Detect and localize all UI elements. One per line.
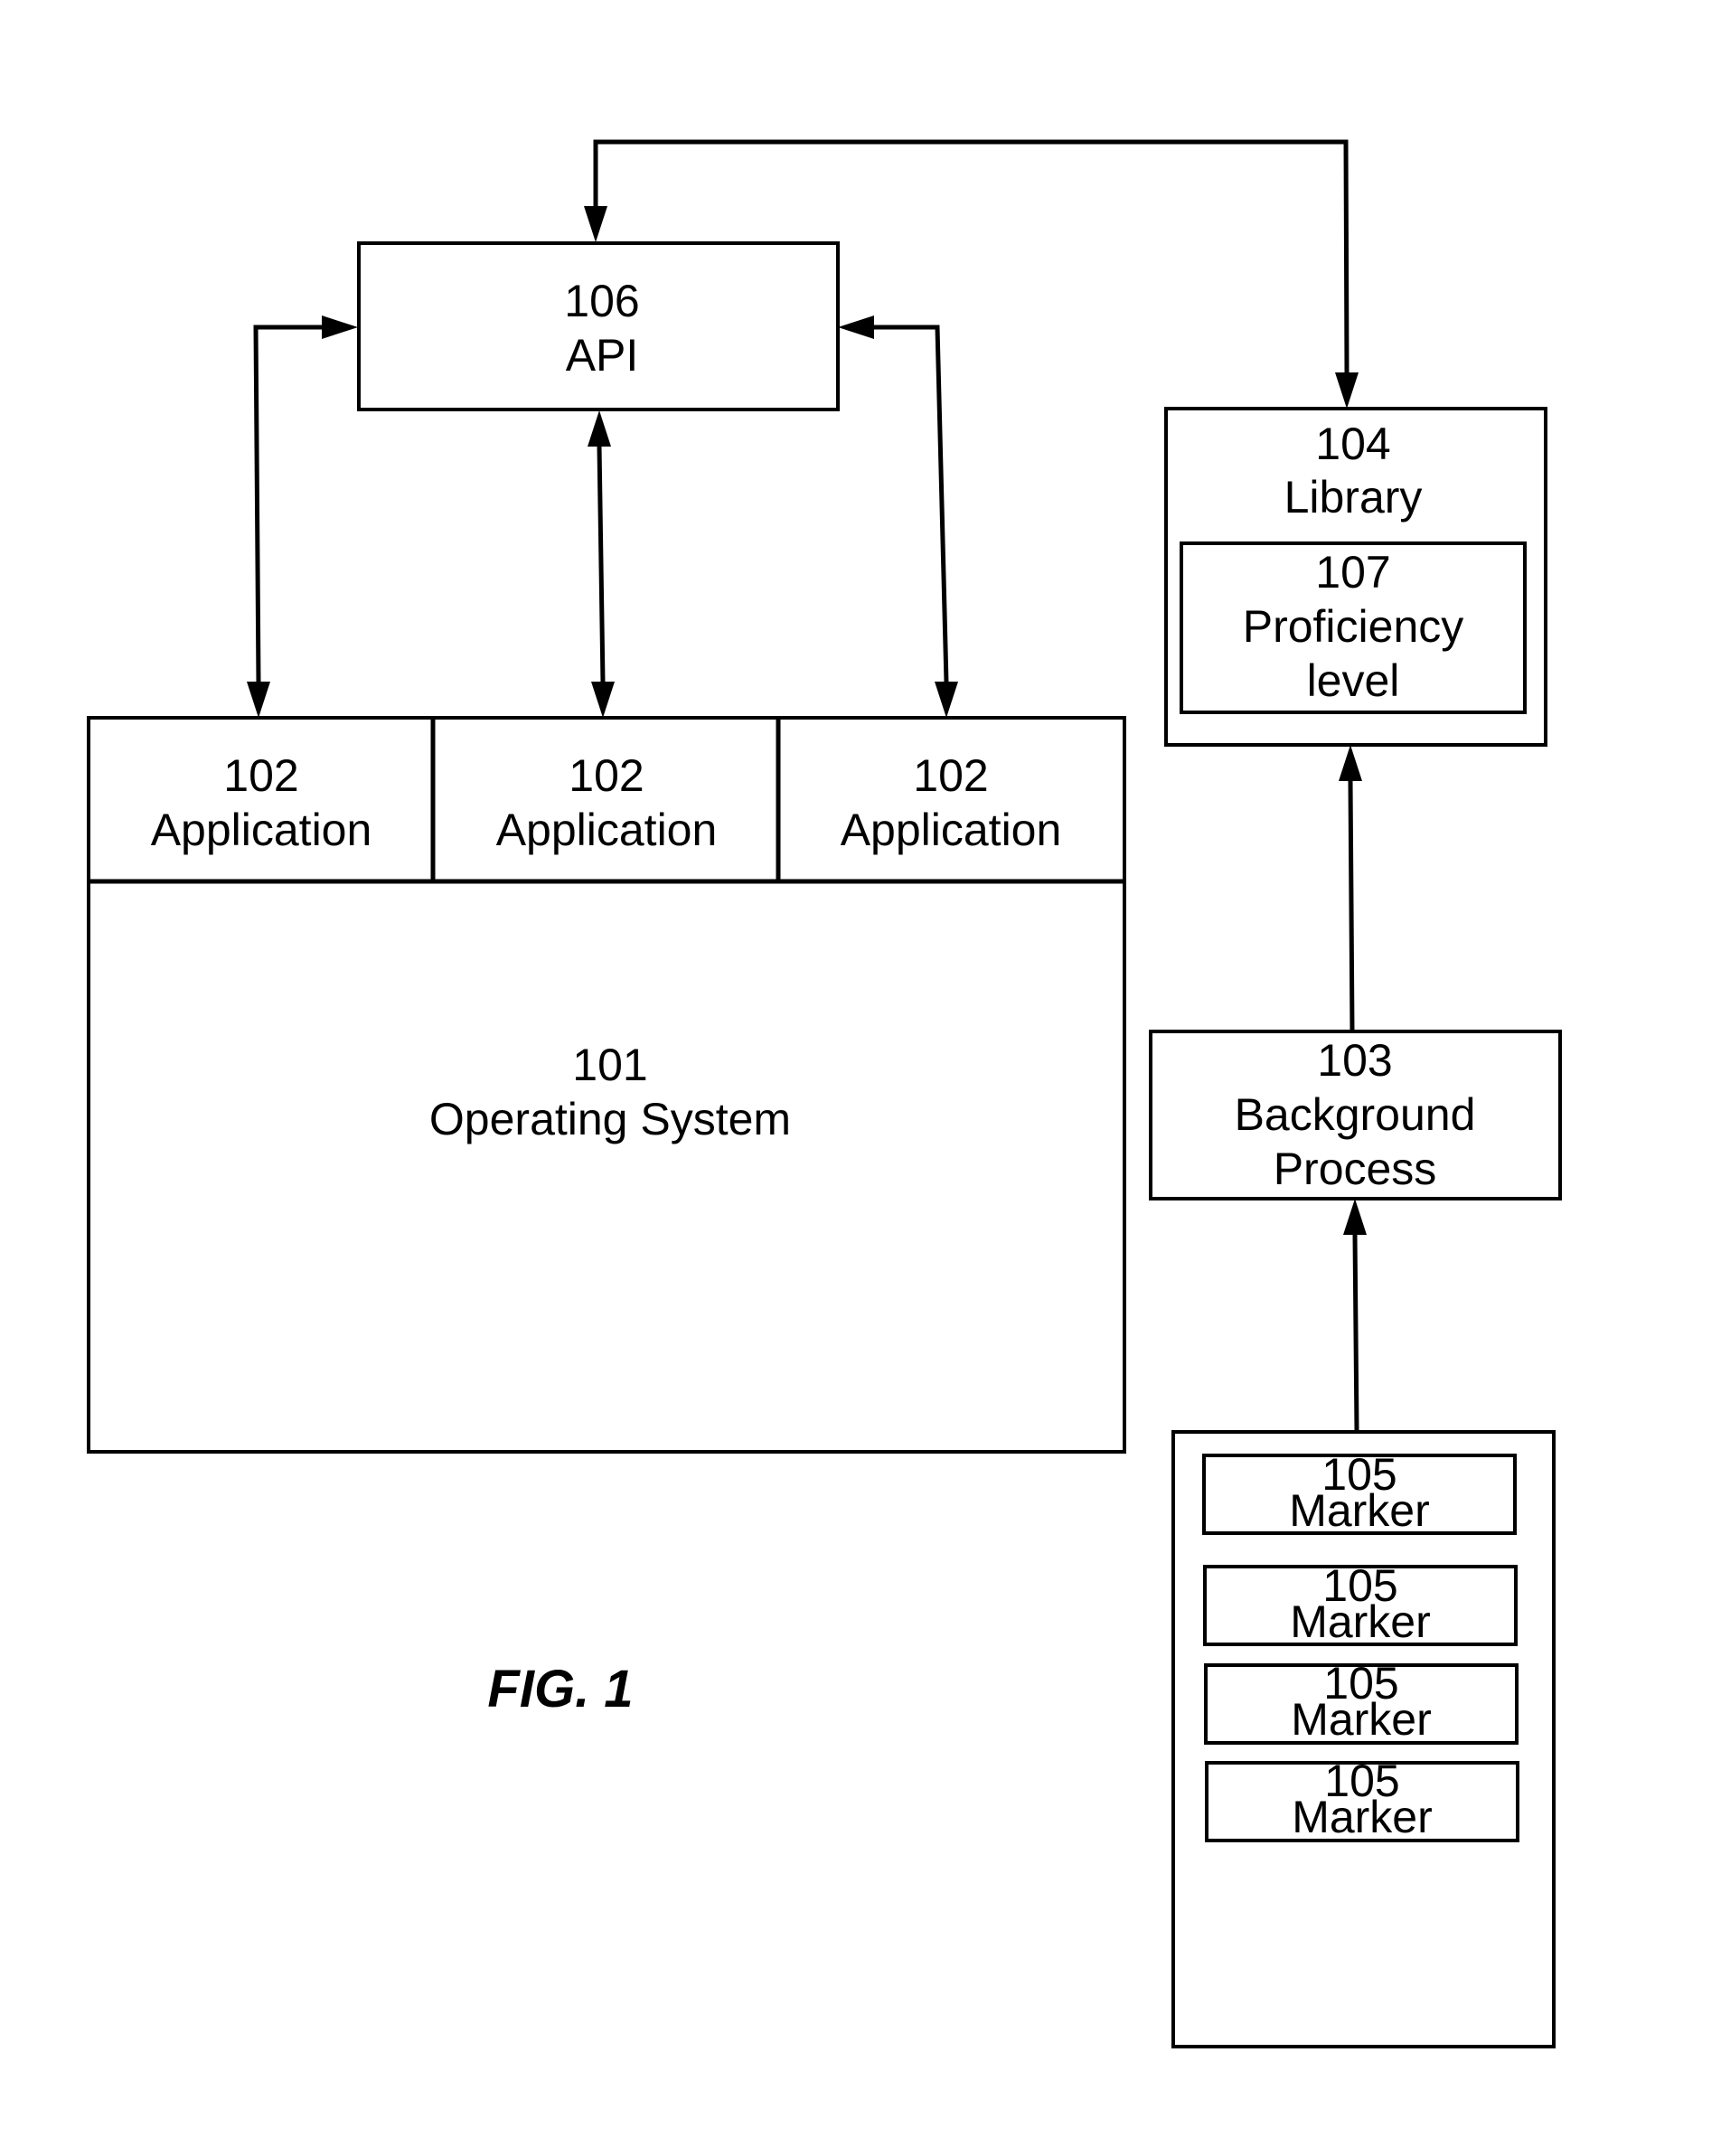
arrowhead-into-api-top <box>584 206 607 242</box>
connector-background-library <box>1339 745 1362 1032</box>
marker-2[interactable]: 105 Marker <box>1203 1560 1518 1647</box>
arrowhead-into-api-left <box>322 315 358 339</box>
arrowhead-into-api-right <box>838 315 874 339</box>
marker-1-label: Marker <box>1289 1485 1430 1536</box>
marker-3[interactable]: 105 Marker <box>1204 1658 1519 1745</box>
application-3-label: Application <box>841 805 1062 855</box>
arrowhead-into-library-bottom <box>1339 745 1362 781</box>
application-2-label: Application <box>496 805 718 855</box>
background-process-label-line1: Background <box>1235 1089 1476 1140</box>
arrowhead-into-application-2 <box>591 682 615 718</box>
application-1-label: Application <box>151 805 372 855</box>
library-number: 104 <box>1315 419 1390 469</box>
connector-api-application-2-line <box>597 445 606 683</box>
arrowhead-into-application-3 <box>935 682 958 718</box>
api-label: API <box>566 330 639 381</box>
background-process-number: 103 <box>1317 1035 1392 1086</box>
marker-1[interactable]: 105 Marker <box>1202 1449 1517 1536</box>
connector-api-application-3-line <box>857 325 949 683</box>
markers-container: 105 Marker 105 Marker 105 Marker 105 Mar… <box>1171 1430 1556 2048</box>
api-node[interactable]: 106 API <box>357 241 840 411</box>
connector-background-library-line <box>1348 780 1355 1032</box>
figure-label: FIG. 1 <box>487 1660 633 1718</box>
arrowhead-into-library <box>1335 372 1359 409</box>
os-label: Operating System <box>429 1094 791 1144</box>
connector-markers-background-line <box>1352 1234 1359 1433</box>
proficiency-number: 107 <box>1315 547 1390 598</box>
marker-4-label: Marker <box>1292 1792 1433 1842</box>
connector-api-application-2 <box>588 410 615 718</box>
os-number: 101 <box>572 1040 647 1090</box>
connector-api-application-1-line <box>253 325 339 683</box>
proficiency-label-line2: level <box>1307 655 1400 706</box>
arrowhead-into-api-bottom <box>588 410 611 447</box>
application-2-number: 102 <box>569 750 644 801</box>
connector-markers-background <box>1343 1199 1367 1433</box>
arrowhead-into-background-process <box>1343 1199 1367 1235</box>
marker-4[interactable]: 105 Marker <box>1205 1756 1519 1842</box>
connector-api-application-3 <box>838 315 958 718</box>
api-number: 106 <box>564 276 639 326</box>
background-process-label-line2: Process <box>1274 1144 1437 1194</box>
proficiency-label-line1: Proficiency <box>1243 601 1464 652</box>
application-1-number: 102 <box>223 750 298 801</box>
marker-3-label: Marker <box>1291 1694 1432 1745</box>
proficiency-node[interactable]: 107 Proficiency level <box>1180 541 1527 714</box>
api-box <box>357 241 840 411</box>
connector-api-application-1 <box>247 315 358 718</box>
marker-2-label: Marker <box>1290 1596 1431 1647</box>
library-label: Library <box>1284 472 1423 523</box>
system-diagram: 101 Operating System 102 Application 102… <box>87 139 1562 2048</box>
background-process-node[interactable]: 103 Background Process <box>1149 1030 1562 1200</box>
application-3-number: 102 <box>913 750 988 801</box>
arrowhead-into-application-1 <box>247 682 270 718</box>
